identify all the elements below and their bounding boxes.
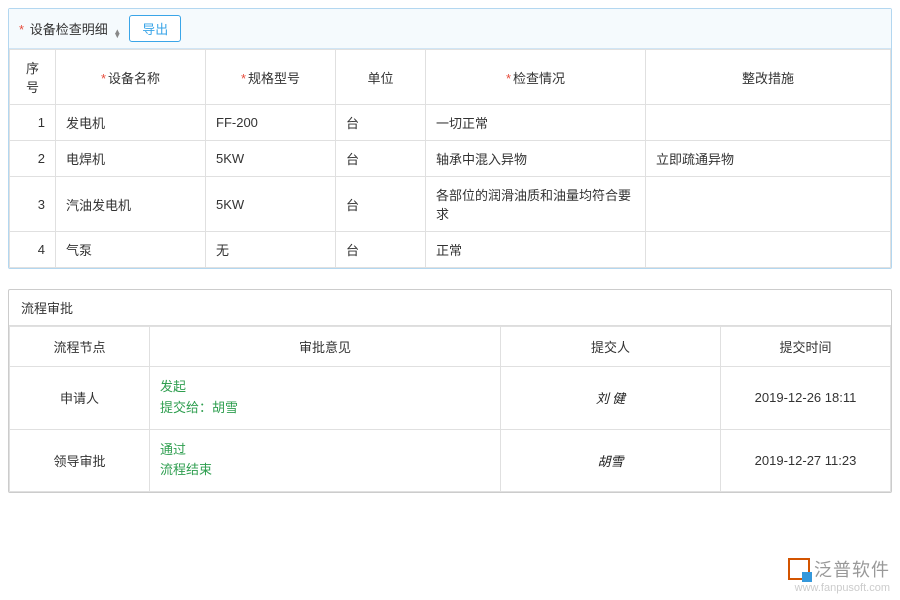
cell-seq: 2 <box>10 141 56 177</box>
export-button[interactable]: 导出 <box>129 15 181 42</box>
cell-spec: 5KW <box>206 141 336 177</box>
cell-opinion: 发起 提交给：胡雪 <box>150 367 501 430</box>
cell-seq: 3 <box>10 177 56 232</box>
col-node: 流程节点 <box>10 327 150 367</box>
cell-unit: 台 <box>336 141 426 177</box>
watermark: 泛普软件 www.fanpusoft.com <box>788 556 890 594</box>
col-time: 提交时间 <box>721 327 891 367</box>
cell-condition: 轴承中混入异物 <box>426 141 646 177</box>
cell-node: 领导审批 <box>10 429 150 492</box>
cell-action: 立即疏通异物 <box>646 141 891 177</box>
brand-name: 泛普软件 <box>814 556 890 582</box>
sort-icon[interactable]: ▲▼ <box>113 30 121 38</box>
cell-action <box>646 177 891 232</box>
cell-unit: 台 <box>336 232 426 268</box>
col-name: *设备名称 <box>56 50 206 105</box>
cell-unit: 台 <box>336 177 426 232</box>
cell-name: 电焊机 <box>56 141 206 177</box>
cell-condition: 一切正常 <box>426 105 646 141</box>
cell-name: 气泵 <box>56 232 206 268</box>
table-row: 1 发电机 FF-200 台 一切正常 <box>10 105 891 141</box>
col-submitter: 提交人 <box>501 327 721 367</box>
col-spec: *规格型号 <box>206 50 336 105</box>
cell-name: 汽油发电机 <box>56 177 206 232</box>
opinion-line: 通过 <box>160 440 490 461</box>
opinion-line: 提交给：胡雪 <box>160 398 490 419</box>
cell-action <box>646 105 891 141</box>
approval-header-row: 流程节点 审批意见 提交人 提交时间 <box>10 327 891 367</box>
cell-node: 申请人 <box>10 367 150 430</box>
table-row: 4 气泵 无 台 正常 <box>10 232 891 268</box>
table-row: 2 电焊机 5KW 台 轴承中混入异物 立即疏通异物 <box>10 141 891 177</box>
opinion-line: 流程结束 <box>160 460 490 481</box>
col-action: 整改措施 <box>646 50 891 105</box>
col-seq: 序号 <box>10 50 56 105</box>
table-header-row: 序号 *设备名称 *规格型号 单位 *检查情况 整改措施 <box>10 50 891 105</box>
signature: 胡雪 <box>501 429 721 492</box>
approval-title: 流程审批 <box>9 290 891 326</box>
cell-unit: 台 <box>336 105 426 141</box>
detail-panel-header: * 设备检查明细 ▲▼ 导出 <box>9 9 891 49</box>
cell-time: 2019-12-26 18:11 <box>721 367 891 430</box>
detail-title-wrap: * 设备检查明细 ▲▼ <box>19 19 121 38</box>
required-mark: * <box>19 22 24 37</box>
approval-row: 领导审批 通过 流程结束 胡雪 2019-12-27 11:23 <box>10 429 891 492</box>
col-condition: *检查情况 <box>426 50 646 105</box>
cell-seq: 4 <box>10 232 56 268</box>
cell-condition: 各部位的润滑油质和油量均符合要求 <box>426 177 646 232</box>
approval-panel: 流程审批 流程节点 审批意见 提交人 提交时间 申请人 发起 提交给：胡雪 刘 … <box>8 289 892 493</box>
opinion-line: 发起 <box>160 377 490 398</box>
cell-condition: 正常 <box>426 232 646 268</box>
cell-spec: 5KW <box>206 177 336 232</box>
cell-time: 2019-12-27 11:23 <box>721 429 891 492</box>
brand-logo-icon <box>788 558 810 580</box>
cell-spec: FF-200 <box>206 105 336 141</box>
cell-name: 发电机 <box>56 105 206 141</box>
col-opinion: 审批意见 <box>150 327 501 367</box>
cell-action <box>646 232 891 268</box>
approval-row: 申请人 发起 提交给：胡雪 刘 健 2019-12-26 18:11 <box>10 367 891 430</box>
equipment-detail-panel: * 设备检查明细 ▲▼ 导出 序号 *设备名称 *规格型号 单位 *检查情况 整… <box>8 8 892 269</box>
approval-table: 流程节点 审批意见 提交人 提交时间 申请人 发起 提交给：胡雪 刘 健 201… <box>9 326 891 492</box>
brand-url: www.fanpusoft.com <box>788 582 890 594</box>
cell-opinion: 通过 流程结束 <box>150 429 501 492</box>
cell-seq: 1 <box>10 105 56 141</box>
table-row: 3 汽油发电机 5KW 台 各部位的润滑油质和油量均符合要求 <box>10 177 891 232</box>
detail-title: 设备检查明细 <box>30 22 108 37</box>
signature: 刘 健 <box>501 367 721 430</box>
col-unit: 单位 <box>336 50 426 105</box>
equipment-table: 序号 *设备名称 *规格型号 单位 *检查情况 整改措施 1 发电机 FF-20… <box>9 49 891 268</box>
cell-spec: 无 <box>206 232 336 268</box>
